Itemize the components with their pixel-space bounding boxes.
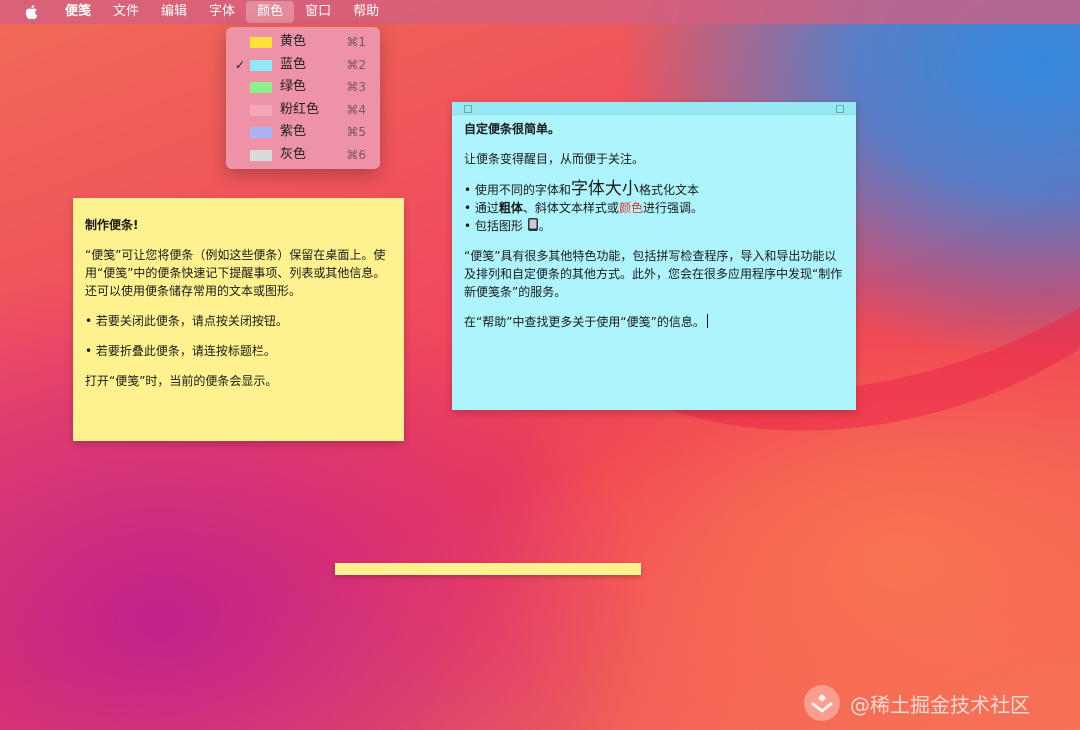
apple-icon[interactable] (22, 2, 42, 22)
menu-file[interactable]: 文件 (102, 1, 150, 23)
bullet-emphasis: • 通过粗体、斜体文本样式或颜色进行强调。 (464, 201, 703, 215)
juejin-logo-icon (804, 685, 840, 721)
pink-swatch (250, 104, 272, 116)
color-menu-item-pink[interactable]: 粉红色 ⌘4 (226, 99, 380, 122)
text-cursor (706, 314, 708, 328)
color-menu-item-label: 灰色 (280, 146, 307, 162)
blue-swatch (250, 59, 272, 71)
watermark-text: @稀土掘金技术社区 (850, 692, 1030, 717)
note-paragraph: 打开“便笺”时，当前的便条会显示。 (85, 374, 278, 388)
watermark: @稀土掘金技术社区 (802, 682, 1072, 724)
color-menu-item-label: 绿色 (280, 79, 307, 94)
shortcut-label: ⌘5 (346, 125, 366, 139)
menu-color[interactable]: 颜色 (246, 1, 295, 23)
note-paragraph: • 若要关闭此便条，请点按关闭按钮。 (85, 314, 288, 328)
color-dropdown-menu: 黄色 ⌘1 ✓ 蓝色 ⌘2 绿色 ⌘3 粉红色 ⌘4 紫色 ⌘5 灰色 ⌘6 (226, 27, 380, 169)
note-paragraph: • 若要折叠此便条，请连按标题栏。 (85, 344, 276, 358)
note-paragraph: 在“帮助”中查找更多关于使用“便笺”的信息。 (464, 313, 846, 331)
shortcut-label: ⌘2 (346, 57, 366, 72)
menu-font[interactable]: 字体 (198, 1, 246, 23)
note-paragraph: “便笺”具有很多其他特色功能，包括拼写检查程序，导入和导出功能以及排列和自定便条… (464, 249, 843, 299)
shortcut-label: ⌘6 (346, 147, 366, 162)
yellow-swatch (250, 37, 272, 48)
note-title-bar[interactable] (452, 102, 856, 115)
color-menu-item-blue[interactable]: ✓ 蓝色 ⌘2 (226, 54, 380, 77)
color-menu-item-label: 黄色 (280, 34, 307, 49)
collapsed-sticky-note[interactable] (335, 563, 641, 575)
color-menu-item-label: 紫色 (280, 124, 307, 139)
tablet-icon (527, 218, 538, 231)
purple-swatch (250, 127, 272, 138)
menu-edit[interactable]: 编辑 (150, 1, 198, 23)
note-intro: 让便条变得醒目，从而便于关注。 (464, 152, 645, 166)
note-content[interactable]: 自定便条很简单。 让便条变得醒目，从而便于关注。 • 使用不同的字体和字体大小格… (464, 120, 846, 343)
color-menu-item-yellow[interactable]: 黄色 ⌘1 (226, 31, 380, 54)
menu-window[interactable]: 窗口 (294, 1, 342, 23)
menu-help[interactable]: 帮助 (342, 1, 390, 23)
menu-bar: 便笺 文件 编辑 字体 颜色 窗口 帮助 (0, 0, 1080, 24)
note-paragraph: “便笺”可让您将便条（例如这些便条）保留在桌面上。使用“便笺”中的便条快速记下提… (85, 248, 386, 298)
bullet-graphics: • 包括图形 。 (464, 218, 551, 233)
shortcut-label: ⌘1 (346, 35, 366, 49)
close-box-icon[interactable] (464, 105, 472, 113)
gray-swatch (250, 149, 272, 161)
blue-sticky-note[interactable]: 自定便条很简单。 让便条变得醒目，从而便于关注。 • 使用不同的字体和字体大小格… (452, 102, 856, 410)
shortcut-label: ⌘3 (346, 80, 366, 94)
color-menu-item-gray[interactable]: 灰色 ⌘6 (226, 144, 380, 167)
color-menu-item-purple[interactable]: 紫色 ⌘5 (226, 121, 380, 144)
bullet-formatting: • 使用不同的字体和字体大小格式化文本 (464, 179, 699, 199)
menu-app-name[interactable]: 便笺 (54, 1, 102, 23)
collapse-box-icon[interactable] (836, 105, 844, 113)
checkmark-icon: ✓ (235, 57, 246, 72)
note-title: 制作便条! (85, 218, 139, 232)
color-menu-item-label: 粉红色 (280, 101, 320, 117)
color-menu-item-green[interactable]: 绿色 ⌘3 (226, 76, 380, 99)
shortcut-label: ⌘4 (346, 102, 366, 117)
green-swatch (250, 82, 272, 93)
yellow-sticky-note[interactable]: 制作便条! “便笺”可让您将便条（例如这些便条）保留在桌面上。使用“便笺”中的便… (73, 198, 404, 441)
color-menu-item-label: 蓝色 (280, 56, 307, 72)
note-title: 自定便条很简单。 (464, 122, 561, 136)
